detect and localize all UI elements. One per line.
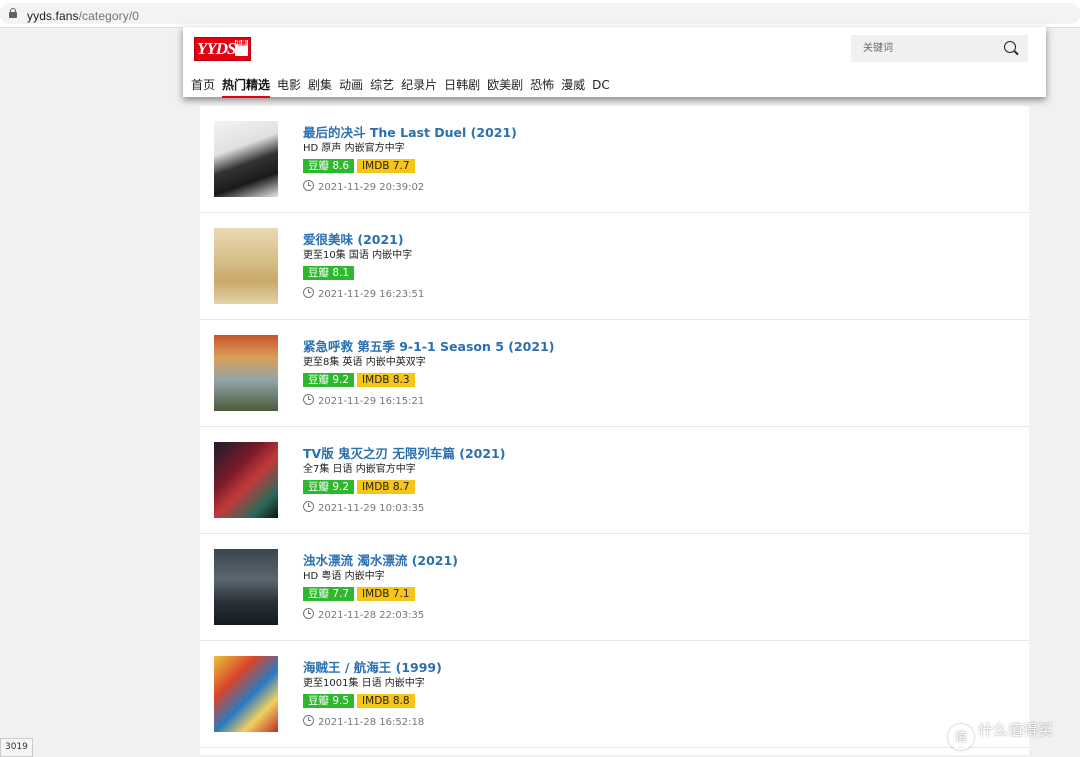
nav-item[interactable]: 热门精选	[222, 76, 271, 98]
nav-item[interactable]: 动画	[339, 76, 363, 93]
item-info: 浊水漂流 濁水漂流 (2021) HD 粤语 内嵌中字 豆瓣 7.7 IMDB 7.1…	[303, 553, 458, 622]
item-title[interactable]: 紧急呼救 第五季 9-1-1 Season 5 (2021)	[303, 339, 554, 355]
rating-badges: 豆瓣 9.5 IMDB 8.8	[303, 694, 442, 709]
douban-badge: 豆瓣 9.5	[303, 694, 355, 708]
item-title[interactable]: 浊水漂流 濁水漂流 (2021)	[303, 553, 458, 569]
item-info: TV版 鬼灭之刃 无限列车篇 (2021) 全7集 日语 内嵌官方中字 豆瓣 9.2…	[303, 446, 505, 515]
nav-item[interactable]: 综艺	[370, 76, 394, 93]
douban-badge: 豆瓣 8.6	[303, 159, 355, 173]
imdb-badge: IMDB 7.7	[357, 159, 415, 173]
list-item[interactable]: 海贼王 / 航海王 (1999) 更至1001集 日语 内嵌中字 豆瓣 9.5 IMD…	[200, 641, 1029, 748]
item-title[interactable]: 最后的决斗 The Last Duel (2021)	[303, 125, 517, 141]
douban-badge: 豆瓣 8.1	[303, 266, 355, 280]
rating-badges: 豆瓣 8.6 IMDB 7.7	[303, 159, 517, 174]
list-item[interactable]: TV版 鬼灭之刃 无限列车篇 (2021) 全7集 日语 内嵌官方中字 豆瓣 9.2…	[200, 427, 1029, 534]
item-subtitle: HD 原声 内嵌官方中字	[303, 143, 405, 154]
imdb-badge: IMDB 8.8	[357, 694, 415, 708]
nav-item[interactable]: 漫威	[561, 76, 585, 93]
site-logo[interactable]: YYDS 电影	[194, 37, 251, 61]
nav-item[interactable]: 电影	[277, 76, 301, 93]
nav-item[interactable]: 首页	[191, 76, 215, 93]
rating-badges: 豆瓣 9.2 IMDB 8.7	[303, 480, 505, 495]
item-info: 最后的决斗 The Last Duel (2021) HD 原声 内嵌官方中字 豆瓣…	[303, 125, 517, 194]
item-info: 海贼王 / 航海王 (1999) 更至1001集 日语 内嵌中字 豆瓣 9.5 IMD…	[303, 660, 442, 729]
item-info: 紧急呼救 第五季 9-1-1 Season 5 (2021) 更至8集 英语 内嵌…	[303, 339, 554, 408]
item-time: 2021-11-29 16:15:21	[303, 394, 554, 408]
list-item[interactable]: 紧急呼救 第五季 9-1-1 Season 5 (2021) 更至8集 英语 内嵌…	[200, 320, 1029, 427]
rating-badges: 豆瓣 9.2 IMDB 8.3	[303, 373, 554, 388]
nav-item[interactable]: DC	[592, 78, 610, 92]
item-subtitle: 更至1001集 日语 内嵌中字	[303, 678, 425, 689]
main-nav: 首页 热门精选 电影 剧集 动画 综艺 纪录片 日韩剧 欧美剧 恐怖 漫威 DC	[191, 74, 617, 98]
poster-image[interactable]	[214, 228, 278, 304]
poster-image[interactable]	[214, 335, 278, 411]
clock-icon	[303, 394, 314, 405]
item-time: 2021-11-29 20:39:02	[303, 180, 517, 194]
site-header: YYDS 电影 首页热门精选电影剧集动画综艺纪录片日韩剧欧美剧恐怖漫威DC	[183, 27, 1046, 98]
nav-item[interactable]: 纪录片	[401, 76, 437, 93]
clock-icon	[303, 180, 314, 191]
search-input[interactable]	[851, 35, 991, 62]
logo-text: YYDS	[197, 39, 236, 58]
imdb-badge: IMDB 7.1	[357, 587, 415, 601]
clock-icon	[303, 715, 314, 726]
url-path: /category/0	[78, 9, 140, 23]
watermark: 值什么值得买	[948, 719, 1054, 750]
logo-sub: 电影	[235, 40, 248, 56]
search-icon[interactable]	[1004, 41, 1016, 53]
item-timestamp: 2021-11-29 16:23:51	[318, 289, 425, 300]
watermark-logo: 值	[948, 724, 974, 750]
item-timestamp: 2021-11-29 20:39:02	[318, 182, 425, 193]
item-subtitle: 全7集 日语 内嵌官方中字	[303, 464, 416, 475]
item-title[interactable]: 爱很美味 (2021)	[303, 232, 424, 248]
lock-icon	[9, 8, 17, 18]
item-time: 2021-11-28 22:03:35	[303, 608, 458, 622]
rating-badges: 豆瓣 8.1	[303, 266, 424, 281]
item-subtitle: 更至8集 英语 内嵌中英双字	[303, 357, 426, 368]
douban-badge: 豆瓣 9.2	[303, 373, 355, 387]
item-info: 爱很美味 (2021) 更至10集 国语 内嵌中字 豆瓣 8.1 2021-11-29…	[303, 232, 424, 301]
list-item[interactable]: 最后的决斗 The Last Duel (2021) HD 原声 内嵌官方中字 豆瓣…	[200, 106, 1029, 213]
item-subtitle: 更至10集 国语 内嵌中字	[303, 250, 413, 261]
item-timestamp: 2021-11-28 22:03:35	[318, 610, 425, 621]
poster-image[interactable]	[214, 121, 278, 197]
item-time: 2021-11-29 16:23:51	[303, 287, 424, 301]
url-text[interactable]: yyds.fans/category/0	[27, 9, 139, 23]
item-timestamp: 2021-11-29 16:15:21	[318, 396, 425, 407]
douban-badge: 豆瓣 7.7	[303, 587, 355, 601]
rating-badges: 豆瓣 7.7 IMDB 7.1	[303, 587, 458, 602]
nav-item[interactable]: 日韩剧	[444, 76, 480, 93]
status-text: 3019	[0, 738, 33, 757]
url-host: yyds.fans	[27, 9, 79, 23]
watermark-text: 什么值得买	[978, 721, 1054, 739]
poster-image[interactable]	[214, 656, 278, 732]
item-title[interactable]: 海贼王 / 航海王 (1999)	[303, 660, 442, 676]
nav-item[interactable]: 欧美剧	[487, 76, 523, 93]
nav-item[interactable]: 剧集	[308, 76, 332, 93]
clock-icon	[303, 501, 314, 512]
search-box	[851, 35, 1028, 62]
douban-badge: 豆瓣 9.2	[303, 480, 355, 494]
item-timestamp: 2021-11-29 10:03:35	[318, 503, 425, 514]
item-timestamp: 2021-11-28 16:52:18	[318, 717, 425, 728]
browser-address-bar: yyds.fans/category/0	[0, 0, 1080, 28]
item-subtitle: HD 粤语 内嵌中字	[303, 571, 385, 582]
clock-icon	[303, 287, 314, 298]
item-time: 2021-11-28 16:52:18	[303, 715, 442, 729]
clock-icon	[303, 608, 314, 619]
item-time: 2021-11-29 10:03:35	[303, 501, 505, 515]
list-item[interactable]: 爱很美味 (2021) 更至10集 国语 内嵌中字 豆瓣 8.1 2021-11-29…	[200, 213, 1029, 320]
movie-list: 最后的决斗 The Last Duel (2021) HD 原声 内嵌官方中字 豆瓣…	[200, 106, 1029, 755]
poster-image[interactable]	[214, 442, 278, 518]
imdb-badge: IMDB 8.3	[357, 373, 415, 387]
imdb-badge: IMDB 8.7	[357, 480, 415, 494]
url-field[interactable]: yyds.fans/category/0	[0, 3, 1080, 24]
nav-item[interactable]: 恐怖	[530, 76, 554, 93]
item-title[interactable]: TV版 鬼灭之刃 无限列车篇 (2021)	[303, 446, 505, 462]
poster-image[interactable]	[214, 549, 278, 625]
list-item[interactable]: 浊水漂流 濁水漂流 (2021) HD 粤语 内嵌中字 豆瓣 7.7 IMDB 7.1…	[200, 534, 1029, 641]
